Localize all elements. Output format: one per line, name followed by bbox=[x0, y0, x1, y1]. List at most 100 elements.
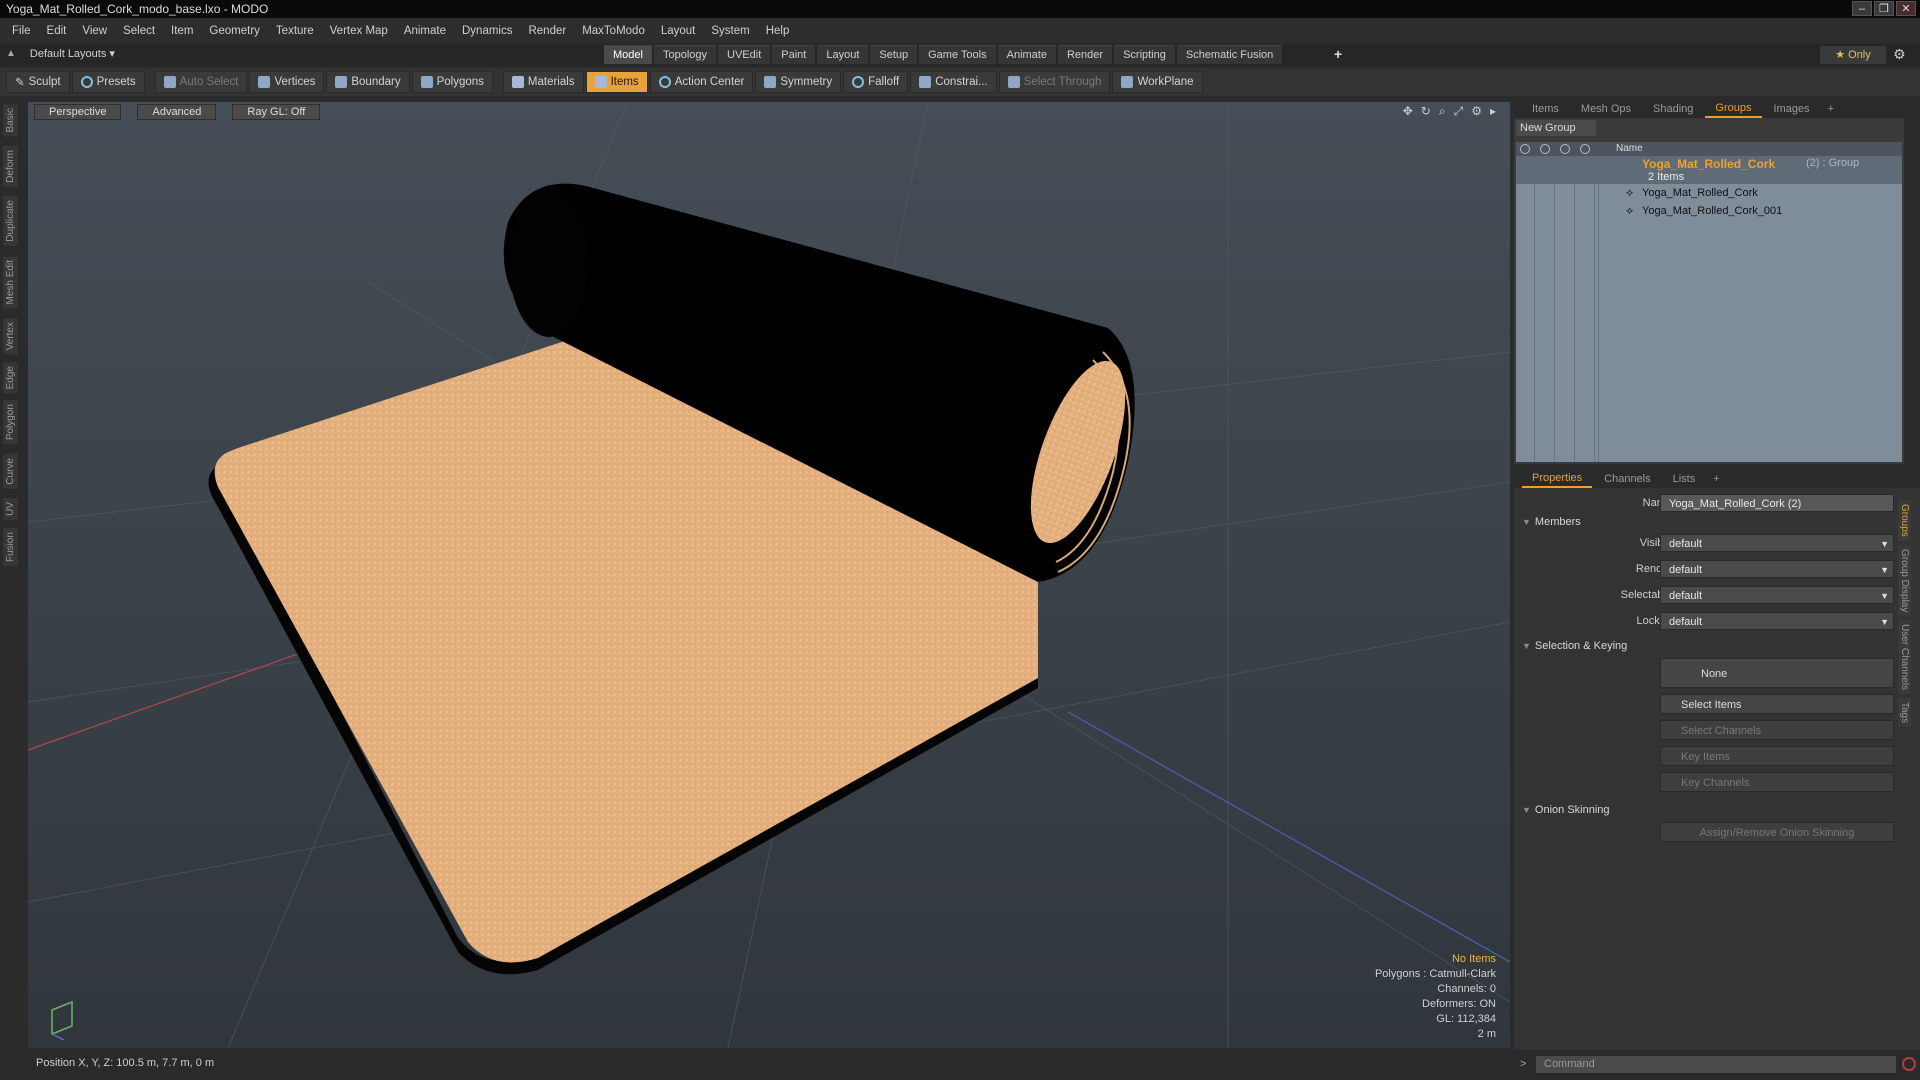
tab-lists[interactable]: Lists bbox=[1663, 471, 1706, 487]
tab-setup[interactable]: Setup bbox=[870, 45, 918, 64]
menu-dynamics[interactable]: Dynamics bbox=[454, 25, 520, 37]
menu-help[interactable]: Help bbox=[758, 25, 798, 37]
gear-icon[interactable]: ⚙ bbox=[1893, 46, 1906, 63]
tab-game-tools[interactable]: Game Tools bbox=[919, 45, 996, 64]
tab-properties[interactable]: Properties bbox=[1522, 470, 1593, 488]
tab-duplicate[interactable]: Duplicate bbox=[3, 196, 18, 246]
assign-onion-button[interactable]: Assign/Remove Onion Skinning bbox=[1660, 822, 1894, 842]
onion-skinning-section[interactable]: ▼ Onion Skinning bbox=[1522, 804, 1610, 816]
tab-uvedit[interactable]: UVEdit bbox=[718, 45, 771, 64]
tab-tags[interactable]: Tags bbox=[1898, 698, 1911, 728]
vertices-button[interactable]: Vertices bbox=[249, 71, 325, 93]
tab-model[interactable]: Model bbox=[604, 45, 652, 64]
menu-system[interactable]: System bbox=[703, 25, 757, 37]
layout-dropdown[interactable]: Default Layouts ▾ bbox=[30, 47, 115, 60]
tab-mesh-ops[interactable]: Mesh Ops bbox=[1571, 101, 1641, 117]
falloff-button[interactable]: Falloff bbox=[843, 71, 909, 93]
maximize-icon[interactable]: ⤢ bbox=[1454, 104, 1464, 119]
auto-select-button[interactable]: Auto Select bbox=[154, 71, 248, 93]
items-button[interactable]: Items bbox=[585, 71, 648, 93]
presets-button[interactable]: Presets bbox=[71, 71, 145, 93]
restore-icon[interactable]: ❐ bbox=[1874, 1, 1894, 16]
new-group-button[interactable]: New Group bbox=[1516, 120, 1596, 136]
tab-render[interactable]: Render bbox=[1057, 45, 1113, 64]
collapse-icon[interactable]: ▲ bbox=[6, 48, 16, 59]
group-row[interactable]: Yoga_Mat_Rolled_Cork (2) : Group 2 Items bbox=[1516, 156, 1902, 184]
workplane-button[interactable]: WorkPlane bbox=[1112, 71, 1203, 93]
sculpt-button[interactable]: ✎ Sculpt bbox=[6, 71, 70, 93]
polygons-button[interactable]: Polygons bbox=[411, 71, 493, 93]
tab-layout[interactable]: Layout bbox=[817, 45, 869, 64]
menu-render[interactable]: Render bbox=[520, 25, 574, 37]
tab-topology[interactable]: Topology bbox=[653, 45, 717, 64]
selectable-select[interactable]: default ▼ bbox=[1660, 586, 1894, 604]
layout-selector[interactable]: ▲ Default Layouts ▾ bbox=[6, 47, 115, 60]
tab-user-channels[interactable]: User Channels bbox=[1898, 620, 1911, 695]
menu-select[interactable]: Select bbox=[115, 25, 163, 37]
tab-polygon[interactable]: Polygon bbox=[3, 400, 18, 445]
tab-basic[interactable]: Basic bbox=[3, 104, 18, 137]
menu-geometry[interactable]: Geometry bbox=[201, 25, 268, 37]
select-items-button[interactable]: Select Items bbox=[1660, 694, 1894, 714]
stop-icon[interactable] bbox=[1902, 1057, 1916, 1071]
tab-group-display[interactable]: Group Display bbox=[1898, 544, 1911, 617]
perspective-button[interactable]: Perspective bbox=[34, 104, 122, 120]
action-center-button[interactable]: Action Center bbox=[649, 71, 754, 93]
tab-mesh-edit[interactable]: Mesh Edit bbox=[3, 256, 18, 309]
members-section[interactable]: ▼ Members bbox=[1522, 516, 1581, 528]
add-panel-icon[interactable]: + bbox=[1822, 103, 1840, 115]
only-button[interactable]: ★ Only bbox=[1820, 46, 1886, 64]
menu-animate[interactable]: Animate bbox=[396, 25, 454, 37]
constraints-button[interactable]: Constrai... bbox=[910, 71, 997, 93]
menu-layout[interactable]: Layout bbox=[653, 25, 704, 37]
tab-curve[interactable]: Curve bbox=[3, 454, 18, 489]
menu-view[interactable]: View bbox=[74, 25, 115, 37]
add-tab-icon[interactable]: + bbox=[1334, 46, 1342, 62]
tab-groups-side[interactable]: Groups bbox=[1898, 500, 1911, 541]
render-select[interactable]: default ▼ bbox=[1660, 560, 1894, 578]
boundary-button[interactable]: Boundary bbox=[326, 71, 410, 93]
tab-channels[interactable]: Channels bbox=[1594, 471, 1660, 487]
add-prop-tab-icon[interactable]: + bbox=[1707, 473, 1725, 485]
raygl-button[interactable]: Ray GL: Off bbox=[232, 104, 321, 120]
tab-edge[interactable]: Edge bbox=[3, 362, 18, 394]
menu-vertex-map[interactable]: Vertex Map bbox=[322, 25, 396, 37]
tab-paint[interactable]: Paint bbox=[772, 45, 816, 64]
zoom-icon[interactable]: ⌕ bbox=[1439, 104, 1446, 119]
selection-keying-section[interactable]: ▼ Selection & Keying bbox=[1522, 640, 1627, 652]
tab-shading[interactable]: Shading bbox=[1643, 101, 1703, 117]
tab-animate[interactable]: Animate bbox=[997, 45, 1056, 64]
close-icon[interactable]: ✕ bbox=[1896, 1, 1916, 16]
menu-file[interactable]: File bbox=[4, 25, 39, 37]
rotate-icon[interactable]: ↻ bbox=[1421, 104, 1431, 119]
menu-edit[interactable]: Edit bbox=[39, 25, 75, 37]
tab-uv[interactable]: UV bbox=[3, 498, 18, 520]
advanced-button[interactable]: Advanced bbox=[137, 104, 217, 120]
tab-groups[interactable]: Groups bbox=[1705, 100, 1762, 118]
visible-select[interactable]: default ▼ bbox=[1660, 534, 1894, 552]
tab-fusion[interactable]: Fusion bbox=[3, 528, 18, 567]
pan-icon[interactable]: ✥ bbox=[1403, 104, 1413, 119]
command-input[interactable]: Command bbox=[1536, 1056, 1896, 1073]
3d-viewport[interactable]: Perspective Advanced Ray GL: Off ✥ ↻ ⌕ ⤢… bbox=[28, 102, 1510, 1048]
materials-button[interactable]: Materials bbox=[502, 71, 584, 93]
menu-texture[interactable]: Texture bbox=[268, 25, 322, 37]
menu-maxtomodo[interactable]: MaxToModo bbox=[574, 25, 653, 37]
key-items-button[interactable]: Key Items bbox=[1660, 746, 1894, 766]
key-channels-button[interactable]: Key Channels bbox=[1660, 772, 1894, 792]
tab-items[interactable]: Items bbox=[1522, 101, 1569, 117]
minimize-icon[interactable]: – bbox=[1852, 1, 1872, 16]
tab-images[interactable]: Images bbox=[1764, 101, 1820, 117]
menu-item[interactable]: Item bbox=[163, 25, 201, 37]
none-button[interactable]: None bbox=[1660, 658, 1894, 688]
tab-vertex[interactable]: Vertex bbox=[3, 318, 18, 355]
symmetry-button[interactable]: Symmetry bbox=[755, 71, 842, 93]
expand-arrow-icon[interactable]: ▸ bbox=[1490, 104, 1496, 119]
tab-scripting[interactable]: Scripting bbox=[1114, 45, 1175, 64]
list-item[interactable]: ⟡ Yoga_Mat_Rolled_Cork_001 bbox=[1516, 204, 1902, 220]
select-through-button[interactable]: Select Through bbox=[998, 71, 1111, 93]
list-item[interactable]: ⟡ Yoga_Mat_Rolled_Cork bbox=[1516, 186, 1902, 202]
settings-icon[interactable]: ⚙ bbox=[1471, 104, 1482, 119]
name-field[interactable]: Yoga_Mat_Rolled_Cork (2) bbox=[1660, 494, 1894, 512]
locked-select[interactable]: default ▼ bbox=[1660, 612, 1894, 630]
